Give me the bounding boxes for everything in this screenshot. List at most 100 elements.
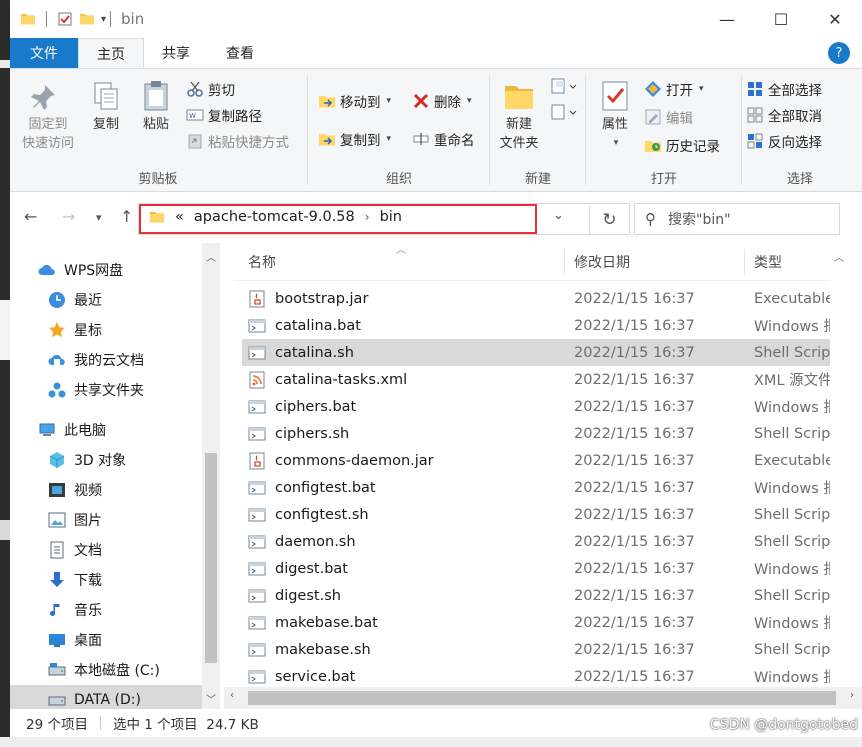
back-arrow-icon[interactable]: ← [24,207,37,226]
nav-item-desktop[interactable]: 桌面 [48,625,102,655]
group-clipboard: 固定到 快速访问 复制 粘贴 剪切 W 复制路径 粘贴快捷方式 剪贴板 [10,69,306,191]
file-row[interactable]: bootstrap.jar 2022/1/15 16:37 Executable [242,285,830,312]
group-open: 属性 ▾ 打开 ▾ 编辑 历史记录 打开 [588,69,740,191]
breadcrumb-item[interactable]: apache-tomcat-9.0.58 [194,209,355,225]
refresh-button[interactable]: ↻ [589,206,629,234]
rename-button[interactable]: 重命名 [412,129,475,149]
edit-button[interactable]: 编辑 [644,107,693,127]
delete-button[interactable]: 删除 ▾ [412,91,472,111]
properties-button[interactable]: 属性 ▾ [592,79,638,153]
open-button[interactable]: 打开 ▾ [644,79,704,99]
forward-arrow-icon[interactable]: → [62,207,75,226]
select-none-button[interactable]: 全部取消 [746,105,822,125]
file-row[interactable]: makebase.sh 2022/1/15 16:37 Shell Script [242,636,830,663]
address-bar[interactable]: « apache-tomcat-9.0.58 › bin ⌄ ↻ [138,203,630,235]
file-row[interactable]: ciphers.bat 2022/1/15 16:37 Windows 批 [242,393,830,420]
move-to-button[interactable]: 移动到 ▾ [318,91,391,111]
file-type: Shell Script [754,425,830,442]
new-item-icon[interactable] [550,77,578,97]
nav-item-local-disk-c[interactable]: 本地磁盘 (C:) [48,655,160,685]
nav-item-music[interactable]: 音乐 [48,595,102,625]
horizontal-scroll-thumb[interactable] [248,691,836,705]
breadcrumb-overflow[interactable]: « [175,209,184,225]
file-row[interactable]: digest.bat 2022/1/15 16:37 Windows 批 [242,555,830,582]
group-select: 全部选择 全部取消 反向选择 选择 [744,69,856,191]
address-dropdown-icon[interactable]: ⌄ [553,208,564,223]
file-row[interactable]: makebase.bat 2022/1/15 16:37 Windows 批 [242,609,830,636]
copy-path-button[interactable]: W 复制路径 [186,105,262,125]
cut-button[interactable]: 剪切 [186,79,235,99]
file-row[interactable]: catalina.sh 2022/1/15 16:37 Shell Script [242,339,830,366]
paste-shortcut-button[interactable]: 粘贴快捷方式 [186,131,289,151]
tab-home[interactable]: 主页 [78,38,144,69]
nav-item-cloud-docs[interactable]: 我的云文档 [48,345,144,375]
column-date[interactable]: 修改日期 [574,252,630,272]
nav-scroll-thumb[interactable] [205,453,217,663]
nav-item-shared-folder[interactable]: 共享文件夹 [48,375,144,405]
nav-item-downloads[interactable]: 下载 [48,565,102,595]
new-folder-button[interactable]: 新建 文件夹 [494,79,544,153]
nav-item-videos[interactable]: 视频 [48,475,102,505]
breadcrumb-item[interactable]: bin [380,209,402,225]
nav-item-3d-objects[interactable]: 3D 对象 [48,445,126,475]
properties-check-icon[interactable] [57,11,73,27]
file-row[interactable]: catalina-tasks.xml 2022/1/15 16:37 XML 源文件 [242,366,830,393]
copy-to-button[interactable]: 复制到 ▾ [318,129,391,149]
nav-item-documents[interactable]: 文档 [48,535,102,565]
tab-file[interactable]: 文件 [10,38,78,68]
close-button[interactable]: ✕ [808,0,862,38]
scroll-up-icon[interactable]: ︿ [202,249,220,264]
file-row[interactable]: catalina.bat 2022/1/15 16:37 Windows 批 [242,312,830,339]
up-arrow-icon[interactable]: ↑ [120,207,133,226]
file-type: Windows 批 [754,562,830,578]
file-row[interactable]: commons-daemon.jar 2022/1/15 16:37 Executa… [242,447,830,474]
file-name: makebase.sh [275,641,371,658]
group-new: 新建 文件夹 新建 [492,69,584,191]
help-button[interactable]: ? [828,42,850,64]
file-type: Shell Script [754,587,830,604]
column-name[interactable]: 名称 [248,252,276,272]
copy-icon [94,82,118,110]
pin-icon [31,85,55,110]
search-input[interactable]: ⚲ 搜索"bin" [634,203,840,235]
file-row[interactable]: daemon.sh 2022/1/15 16:37 Shell Script [242,528,830,555]
nav-item-starred[interactable]: 星标 [48,315,102,345]
recent-locations-icon[interactable]: ▾ [96,211,102,224]
address-row: ← → ▾ ↑ « apache-tomcat-9.0.58 › bin ⌄ ↻… [10,193,862,243]
easy-access-icon[interactable] [550,103,578,123]
delete-x-icon [413,93,429,109]
new-folder-icon[interactable] [79,11,95,27]
maximize-button[interactable]: ☐ [754,0,808,38]
scroll-down-icon[interactable]: ﹀ [202,691,220,706]
scroll-right-icon[interactable]: › [850,690,854,701]
tab-share[interactable]: 共享 [144,38,208,68]
file-date: 2022/1/15 16:37 [574,560,695,577]
tab-view[interactable]: 查看 [208,38,272,68]
nav-item-recent[interactable]: 最近 [48,285,102,315]
file-row[interactable]: configtest.bat 2022/1/15 16:37 Windows 批 [242,474,830,501]
quick-access-dropdown[interactable]: ▾ [101,14,106,25]
nav-item-this-pc[interactable]: 此电脑 [38,415,106,445]
invert-selection-button[interactable]: 反向选择 [746,131,822,151]
bat-icon [248,481,266,494]
minimize-button[interactable]: — [700,0,754,38]
file-row[interactable]: ciphers.sh 2022/1/15 16:37 Shell Script [242,420,830,447]
file-row[interactable]: configtest.sh 2022/1/15 16:37 Shell Script [242,501,830,528]
history-button[interactable]: 历史记录 [644,135,720,155]
paste-button[interactable]: 粘贴 [134,79,178,134]
pin-quick-access-button[interactable]: 固定到 快速访问 [16,79,80,153]
file-type: Windows 批 [754,400,830,416]
file-scrollbar[interactable]: ︿ [830,243,848,687]
horizontal-scrollbar[interactable]: ‹ › [224,687,862,709]
file-row[interactable]: digest.sh 2022/1/15 16:37 Shell Script [242,582,830,609]
select-all-button[interactable]: 全部选择 [746,79,822,99]
nav-item-pictures[interactable]: 图片 [48,505,102,535]
nav-scrollbar[interactable]: ︿ ﹀ [202,243,220,709]
breadcrumb-separator-icon[interactable]: › [365,210,370,224]
file-row[interactable]: service.bat 2022/1/15 16:37 Windows 批 [242,663,830,687]
nav-item-wps-drive[interactable]: WPS网盘 [38,255,123,285]
column-type[interactable]: 类型 [754,252,782,272]
scroll-left-icon[interactable]: ‹ [230,690,234,701]
scroll-up-icon[interactable]: ︿ [830,249,848,264]
copy-button[interactable]: 复制 [84,79,128,134]
